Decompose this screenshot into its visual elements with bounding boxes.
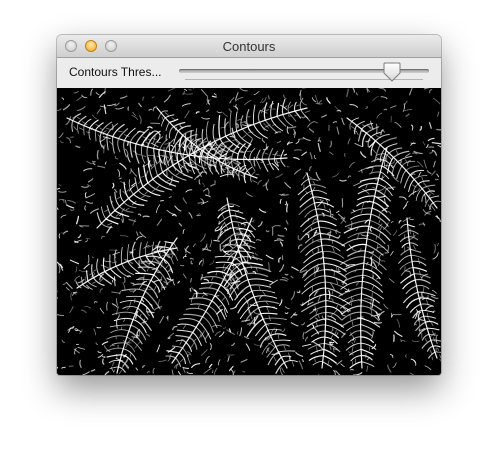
contour-image: [57, 88, 441, 375]
title-bar[interactable]: Contours: [57, 35, 441, 58]
contour-image-canvas: [57, 88, 441, 375]
window-title: Contours: [222, 39, 276, 54]
contours-window: Contours Contours Thres...: [57, 35, 441, 375]
slider-thumb[interactable]: [383, 62, 401, 82]
trackbar-panel: Contours Thres...: [57, 58, 441, 88]
threshold-slider[interactable]: [179, 62, 429, 84]
desktop: Contours Contours Thres...: [0, 0, 498, 454]
trackbar-label: Contours Thres...: [69, 65, 162, 79]
